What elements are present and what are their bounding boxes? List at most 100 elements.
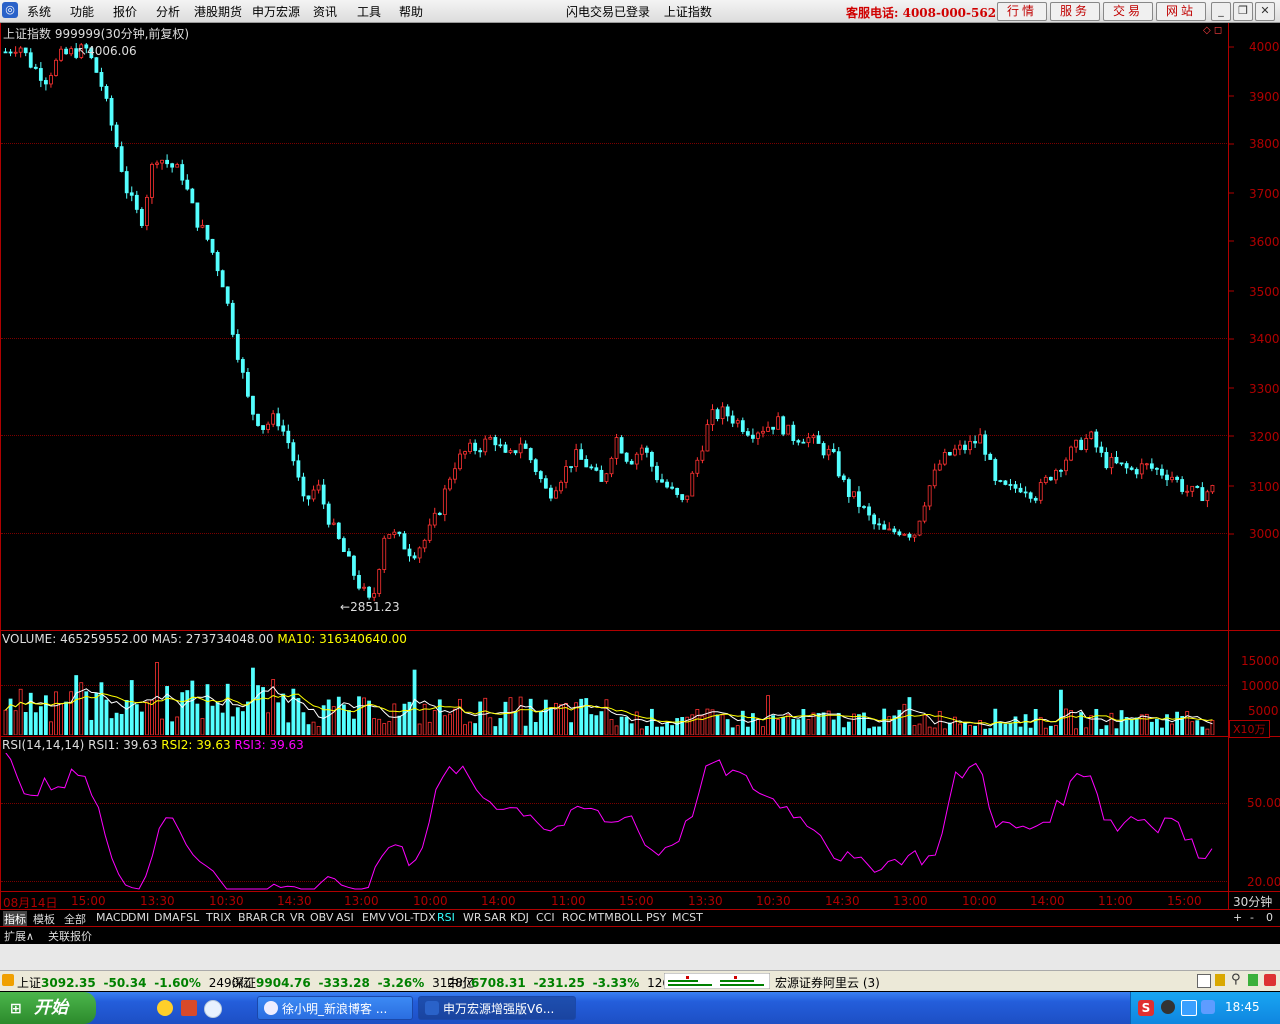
- menu-tools[interactable]: 工具: [357, 3, 381, 20]
- tab-all[interactable]: 全部: [64, 911, 86, 927]
- tab-fsl[interactable]: FSL: [180, 911, 199, 924]
- menu-swhy[interactable]: 申万宏源: [252, 3, 300, 20]
- website-button[interactable]: 网站: [1156, 2, 1206, 21]
- reset-zoom-button[interactable]: 0: [1266, 911, 1273, 924]
- lock-icon[interactable]: [1215, 974, 1225, 986]
- candle-body: [427, 524, 432, 541]
- tab-macd[interactable]: MACD: [96, 911, 129, 924]
- clock[interactable]: 18:45: [1225, 1000, 1260, 1014]
- qq-icon[interactable]: [1161, 1000, 1175, 1014]
- quicklaunch-app-icon[interactable]: [181, 1000, 197, 1016]
- tab-wr[interactable]: WR: [463, 911, 482, 924]
- task-blog-window[interactable]: 徐小明_新浪博客 ...: [257, 996, 413, 1020]
- panel-toggle-icon[interactable]: ◇ ◻: [1203, 25, 1222, 36]
- tab-mtm[interactable]: MTM: [588, 911, 614, 924]
- volume-bar: [362, 697, 366, 735]
- zoom-in-button[interactable]: +: [1233, 911, 1242, 924]
- candle-body: [1074, 439, 1078, 448]
- volume-bar: [1134, 717, 1139, 735]
- tab-obv[interactable]: OBV: [310, 911, 333, 924]
- network-icon[interactable]: [1181, 1000, 1197, 1016]
- expand-button[interactable]: 扩展∧: [4, 928, 34, 944]
- candle-body: [266, 423, 271, 430]
- menu-help[interactable]: 帮助: [399, 3, 423, 20]
- tab-mcst[interactable]: MCST: [672, 911, 703, 924]
- market-button[interactable]: 行情: [997, 2, 1047, 21]
- rsi-chart[interactable]: [1, 753, 1227, 891]
- menu-analysis[interactable]: 分析: [156, 3, 180, 20]
- tab-psy[interactable]: PSY: [646, 911, 666, 924]
- menu-quote[interactable]: 报价: [113, 3, 137, 20]
- candle-body: [695, 459, 700, 474]
- rsi3-value: RSI3: 39.63: [234, 738, 304, 752]
- price-tick: 3000: [1249, 527, 1280, 541]
- candle-body: [134, 194, 139, 210]
- tab-dma[interactable]: DMA: [154, 911, 180, 924]
- tab-brar[interactable]: BRAR: [238, 911, 268, 924]
- sh-index-status[interactable]: 上证3092.35 -50.34 -1.60% 2490亿: [17, 974, 251, 991]
- signal-icon[interactable]: ⚲: [1231, 972, 1241, 987]
- candle-body: [937, 463, 942, 471]
- close-icon[interactable]: ✕: [1255, 2, 1275, 21]
- input-method-icon[interactable]: S: [1138, 1000, 1154, 1016]
- menu-function[interactable]: 功能: [70, 3, 94, 20]
- tab-boll[interactable]: BOLL: [614, 911, 642, 924]
- tab-sar[interactable]: SAR: [484, 911, 506, 924]
- menu-info[interactable]: 资讯: [313, 3, 337, 20]
- connection-icon[interactable]: [1248, 974, 1258, 986]
- task-trading-window[interactable]: 申万宏源增强版V6...: [418, 996, 576, 1020]
- candle-body: [306, 495, 311, 500]
- tab-kdj[interactable]: KDJ: [510, 911, 529, 924]
- candle-body: [165, 159, 170, 165]
- menu-hk-futures[interactable]: 港股期货: [194, 3, 242, 20]
- tab-asi[interactable]: ASI: [336, 911, 354, 924]
- menu-system[interactable]: 系统: [27, 3, 51, 20]
- tab-dmi[interactable]: DMI: [128, 911, 149, 924]
- volume-chart[interactable]: [1, 645, 1227, 735]
- tab-emv[interactable]: EMV: [362, 911, 386, 924]
- quicklaunch-browser-icon[interactable]: [204, 1000, 222, 1018]
- candle-body: [998, 480, 1003, 482]
- security-shield-icon[interactable]: [1201, 1000, 1215, 1014]
- server-name[interactable]: 宏源证券阿里云 (3): [775, 974, 880, 991]
- candlestick-chart[interactable]: [1, 43, 1227, 623]
- related-quotes-button[interactable]: 关联报价: [48, 928, 92, 944]
- volume-bar: [170, 721, 175, 735]
- volume-bar: [180, 692, 185, 735]
- sz-index-status[interactable]: 深证9904.76 -333.28 -3.26% 3128亿: [232, 974, 475, 991]
- candle-body: [230, 302, 235, 335]
- tab-trix[interactable]: TRIX: [206, 911, 231, 924]
- tab-template[interactable]: 模板: [33, 911, 55, 927]
- candle-body: [3, 51, 8, 54]
- minimize-icon[interactable]: _: [1211, 2, 1231, 21]
- volume-label: VOLUME: 465259552.00: [2, 632, 148, 646]
- candle-body: [200, 224, 205, 228]
- alert-icon[interactable]: [1264, 974, 1276, 986]
- tab-cci[interactable]: CCI: [536, 911, 555, 924]
- volume-bar: [215, 702, 220, 735]
- tab-rsi[interactable]: RSI: [437, 911, 455, 924]
- quicklaunch-ie-icon[interactable]: [157, 1000, 173, 1016]
- trade-button[interactable]: 交易: [1103, 2, 1153, 21]
- low-value: 2851.23: [350, 600, 400, 614]
- start-button[interactable]: ⊞ 开始: [0, 992, 96, 1024]
- tab-roc[interactable]: ROC: [562, 911, 586, 924]
- smb-index-status[interactable]: 中小6708.31 -231.25 -3.33% 1261亿: [447, 974, 690, 991]
- candle-body: [473, 442, 478, 451]
- volume-bar: [427, 721, 432, 735]
- restore-icon[interactable]: ❐: [1233, 2, 1253, 21]
- tab-vol-tdx[interactable]: VOL-TDX: [388, 911, 436, 924]
- tab-indicator[interactable]: 指标: [3, 911, 27, 927]
- window-icon[interactable]: [1197, 974, 1211, 988]
- candle-body: [1008, 484, 1013, 486]
- tab-vr[interactable]: VR: [290, 911, 305, 924]
- chart-area[interactable]: 上证指数 999999(30分钟,前复权) ◇ ◻ 4000 3900 3800…: [0, 23, 1280, 910]
- volume-bar: [129, 680, 134, 735]
- candle-body: [119, 146, 124, 172]
- service-button[interactable]: 服务: [1050, 2, 1100, 21]
- zoom-out-button[interactable]: -: [1250, 911, 1254, 924]
- volume-bar: [235, 707, 240, 735]
- period-label[interactable]: 30分钟: [1233, 893, 1272, 910]
- volume-bar: [119, 713, 124, 735]
- tab-cr[interactable]: CR: [270, 911, 285, 924]
